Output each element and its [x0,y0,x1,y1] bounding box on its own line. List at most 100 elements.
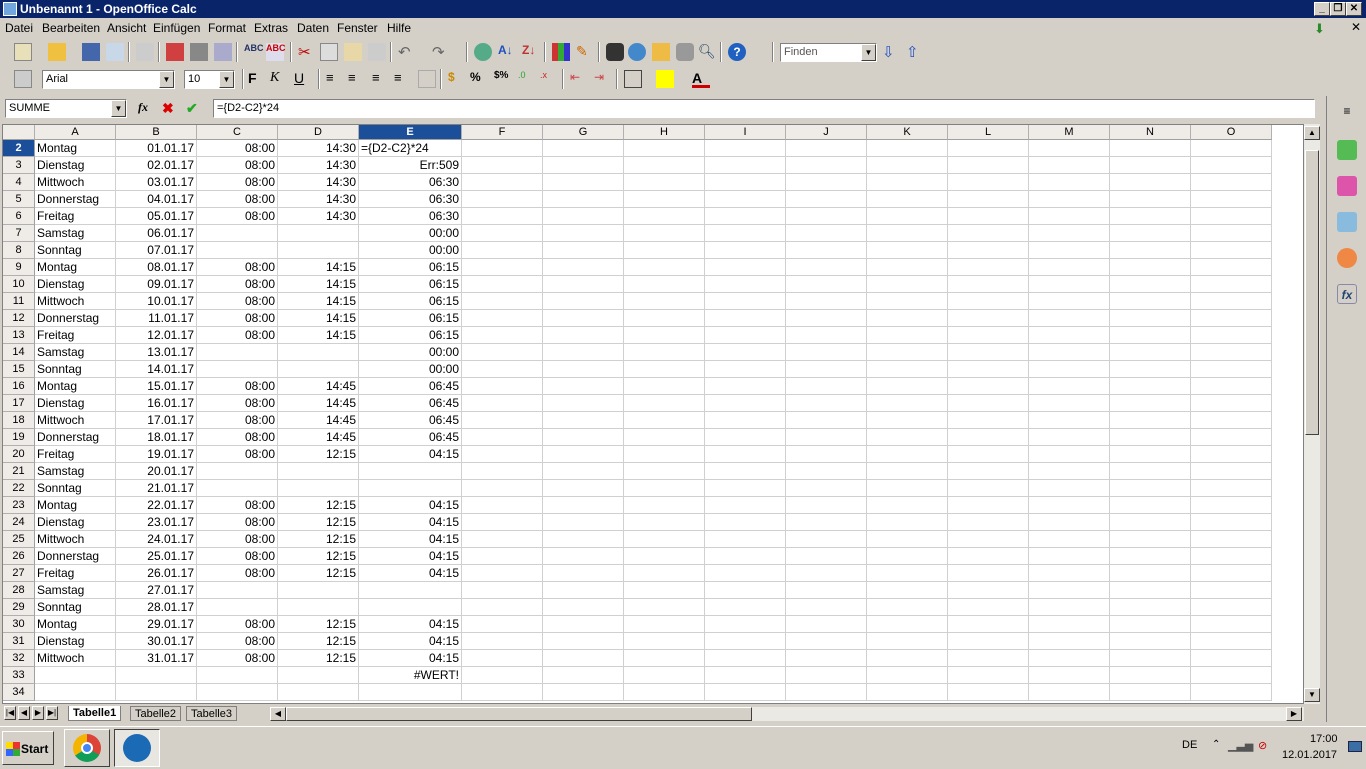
row-header[interactable]: 33 [3,667,35,684]
menu-datei[interactable]: Datei [5,19,33,38]
name-box-dropdown-arrow[interactable]: ▼ [111,100,126,117]
cell[interactable]: 26.01.17 [116,565,197,582]
font-size-dropdown-arrow[interactable]: ▼ [219,71,234,88]
row-header[interactable]: 13 [3,327,35,344]
cell[interactable] [1191,225,1272,242]
cell[interactable] [1191,378,1272,395]
cell[interactable] [1029,667,1110,684]
row-header[interactable]: 20 [3,446,35,463]
cell[interactable] [705,174,786,191]
cell[interactable] [1110,225,1191,242]
cell[interactable] [1110,208,1191,225]
cell[interactable] [543,344,624,361]
cell[interactable] [948,633,1029,650]
cell[interactable] [462,497,543,514]
row-header[interactable]: 12 [3,310,35,327]
cell[interactable] [1110,276,1191,293]
cell[interactable] [705,327,786,344]
cell[interactable] [1191,514,1272,531]
cell[interactable] [197,361,278,378]
cell[interactable] [948,497,1029,514]
cell[interactable]: 12:15 [278,548,359,565]
clock-time[interactable]: 17:00 [1310,733,1338,745]
cell[interactable]: 24.01.17 [116,531,197,548]
cell[interactable] [948,225,1029,242]
cell[interactable]: 06:15 [359,310,462,327]
cell[interactable] [462,259,543,276]
menu-einfügen[interactable]: Einfügen [153,19,200,38]
cell[interactable] [543,361,624,378]
cell[interactable] [705,616,786,633]
first-sheet-button[interactable]: |◀ [4,706,16,720]
cell[interactable] [1110,412,1191,429]
cell[interactable] [543,650,624,667]
clone-formatting-icon[interactable] [368,43,386,61]
cell[interactable] [543,242,624,259]
cell[interactable]: 12:15 [278,616,359,633]
cell[interactable] [462,310,543,327]
cell[interactable] [705,140,786,157]
show-desktop-icon[interactable] [1348,741,1362,752]
cell[interactable] [543,463,624,480]
cell[interactable] [786,446,867,463]
cell[interactable] [624,276,705,293]
cell[interactable]: 12:15 [278,514,359,531]
cell[interactable]: 29.01.17 [116,616,197,633]
cell[interactable] [1191,327,1272,344]
cell[interactable]: 04.01.17 [116,191,197,208]
cell[interactable]: 02.01.17 [116,157,197,174]
cell[interactable] [867,565,948,582]
cell[interactable] [1029,157,1110,174]
cell[interactable] [543,684,624,701]
font-name-dropdown-arrow[interactable]: ▼ [159,71,174,88]
cell[interactable] [462,684,543,701]
cell[interactable] [197,344,278,361]
cell[interactable] [1029,140,1110,157]
row-header[interactable]: 30 [3,616,35,633]
row-header[interactable]: 5 [3,191,35,208]
find-dropdown-arrow[interactable]: ▼ [861,44,876,61]
cell[interactable] [278,225,359,242]
cell[interactable]: 12:15 [278,446,359,463]
cell[interactable] [1191,208,1272,225]
cell[interactable] [543,480,624,497]
minimize-button[interactable]: _ [1314,2,1330,16]
print-icon[interactable] [190,43,208,61]
column-header-n[interactable]: N [1110,125,1191,140]
cell[interactable] [786,327,867,344]
row-header[interactable]: 28 [3,582,35,599]
cell[interactable] [1191,599,1272,616]
cell[interactable] [462,174,543,191]
currency-format-icon[interactable]: $ [448,70,466,88]
cell[interactable]: 04:15 [359,531,462,548]
cell[interactable] [462,531,543,548]
column-header-o[interactable]: O [1191,125,1272,140]
cell[interactable] [786,412,867,429]
cell[interactable] [705,599,786,616]
italic-icon[interactable]: K [270,70,288,88]
cell[interactable] [624,225,705,242]
vertical-scrollbar[interactable]: ▲ ▼ [1304,124,1320,704]
cell[interactable] [1029,463,1110,480]
cell[interactable] [948,395,1029,412]
cell[interactable]: 06:45 [359,395,462,412]
cell[interactable]: 11.01.17 [116,310,197,327]
cell[interactable] [786,344,867,361]
cell[interactable]: 14.01.17 [116,361,197,378]
cell[interactable] [867,667,948,684]
cell[interactable] [867,327,948,344]
row-header[interactable]: 7 [3,225,35,242]
cell[interactable] [462,157,543,174]
cell[interactable] [786,174,867,191]
row-header[interactable]: 26 [3,548,35,565]
cell[interactable] [543,327,624,344]
close-button[interactable]: ✕ [1346,2,1362,16]
select-all-corner[interactable] [3,125,35,140]
cell[interactable] [867,395,948,412]
cell[interactable] [543,395,624,412]
formula-input[interactable]: ={D2-C2}*24 [213,99,1315,118]
cell[interactable] [1110,667,1191,684]
cell[interactable] [1029,412,1110,429]
cell[interactable] [359,599,462,616]
cell[interactable] [867,531,948,548]
